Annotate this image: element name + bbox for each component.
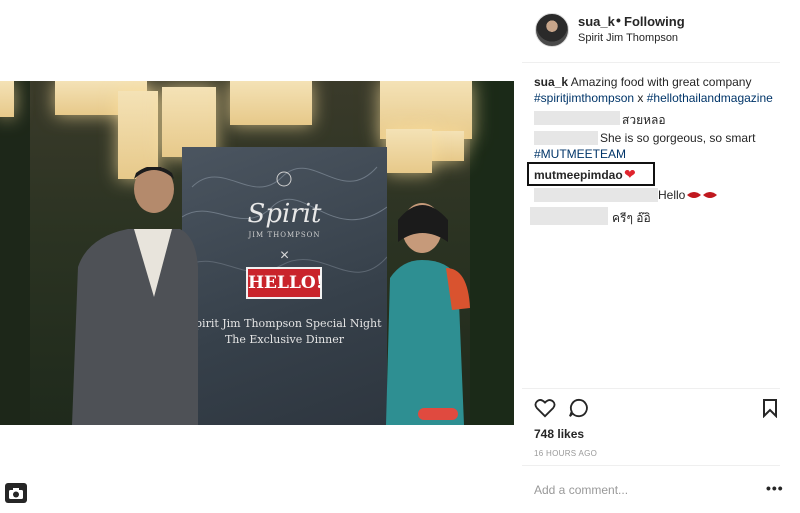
comment-username[interactable]: mutmeepimdao — [534, 168, 623, 182]
bookmark-icon[interactable] — [762, 398, 778, 418]
blurred-username — [534, 188, 658, 202]
hashtag-link[interactable]: #MUTMEETEAM — [534, 147, 626, 161]
comment-text: Hello — [658, 188, 686, 202]
lantern — [386, 129, 432, 173]
hello-logo: HELLO! — [246, 267, 323, 299]
separator-dot: • — [616, 12, 621, 28]
more-options-icon[interactable]: ••• — [766, 480, 784, 496]
blurred-username — [534, 131, 598, 145]
comment-icon[interactable] — [568, 398, 590, 418]
caption-text: Amazing food with great company — [570, 75, 752, 89]
header-divider — [522, 62, 780, 63]
banner-brand: Spirit — [247, 199, 322, 229]
banner-line-1: Spirit Jim Thompson Special Night — [187, 317, 382, 330]
post-username[interactable]: sua_k — [578, 14, 615, 29]
likes-count[interactable]: 748 likes — [534, 427, 584, 441]
camera-icon[interactable] — [5, 483, 27, 503]
lantern — [118, 91, 158, 179]
actions-divider — [522, 388, 780, 389]
hashtag-join: x — [634, 91, 647, 105]
heart-icon: ❤ — [624, 166, 636, 182]
comment-divider — [522, 465, 780, 466]
man-figure — [72, 167, 198, 425]
hashtag-link[interactable]: #hellothailandmagazine — [647, 91, 773, 105]
lips-icon — [687, 192, 717, 198]
location-link[interactable]: Spirit Jim Thompson — [578, 32, 678, 44]
post-time[interactable]: 16 HOURS AGO — [534, 449, 597, 458]
comment-text: ครีๆ อ๊อิ — [612, 211, 651, 225]
comment-text: สวยหลอ — [622, 113, 666, 127]
blurred-username — [530, 207, 608, 225]
banner-line-2: The Exclusive Dinner — [224, 333, 345, 346]
tree-left — [0, 81, 30, 425]
woman-figure — [386, 203, 470, 425]
comment-input[interactable]: Add a comment... — [534, 483, 628, 497]
follow-button[interactable]: Following — [624, 14, 685, 29]
heart-outline-icon[interactable] — [534, 398, 556, 418]
caption-username[interactable]: sua_k — [534, 75, 568, 89]
camera-glyph — [9, 488, 23, 499]
banner-brand-sub: JIM THOMPSON — [248, 231, 321, 239]
lantern — [230, 81, 312, 125]
blurred-username — [534, 111, 620, 125]
banner-x: × — [279, 247, 290, 264]
event-banner: Spirit JIM THOMPSON × HELLO! Spirit Jim … — [182, 147, 387, 425]
hashtag-link[interactable]: #spiritjimthompson — [534, 91, 634, 105]
lantern — [0, 81, 14, 117]
caption: sua_k Amazing food with great company — [534, 75, 751, 89]
avatar[interactable] — [535, 13, 569, 47]
comment-text: She is so gorgeous, so smart — [600, 131, 756, 145]
post-photo[interactable]: Spirit JIM THOMPSON × HELLO! Spirit Jim … — [0, 81, 514, 425]
caption-hashtags: #spiritjimthompson x #hellothailandmagaz… — [534, 91, 773, 105]
